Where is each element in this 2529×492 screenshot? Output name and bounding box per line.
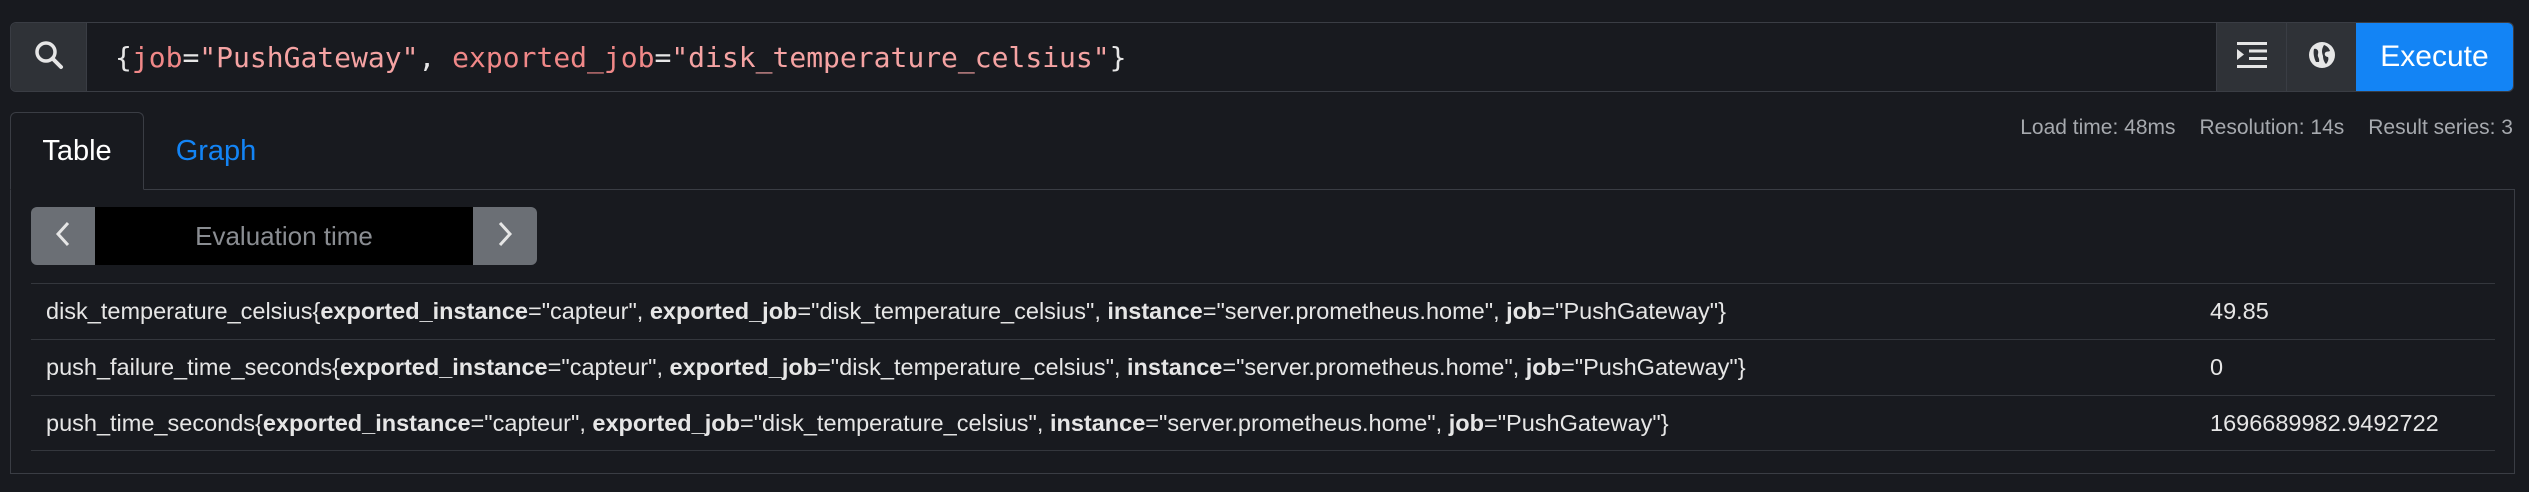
tab-table[interactable]: Table xyxy=(10,112,144,190)
label-value: "disk_temperature_celsius" xyxy=(811,298,1095,324)
series-name: push_time_seconds{exported_instance="cap… xyxy=(46,409,1669,436)
label-key: instance xyxy=(1127,354,1223,380)
metric-name: push_time_seconds xyxy=(46,409,256,436)
result-tabs: Table Graph xyxy=(10,112,288,190)
globe-icon xyxy=(2307,40,2337,75)
label-value: "capteur" xyxy=(484,409,580,436)
query-token: "disk_temperature_celsius" xyxy=(671,40,1110,74)
label-key: exported_instance xyxy=(320,298,528,324)
series-value: 1696689982.9492722 xyxy=(2210,409,2439,436)
resolution: Resolution: 14s xyxy=(2199,116,2345,139)
label-value: "server.prometheus.home" xyxy=(1216,298,1494,324)
label-key: exported_instance xyxy=(339,354,548,380)
query-token: job xyxy=(131,40,183,74)
label-key: exported_instance xyxy=(262,409,471,436)
label-value: "server.prometheus.home" xyxy=(1236,354,1513,380)
query-token: { xyxy=(115,40,132,74)
query-bar: {job = "PushGateway", exported_job = "disk_t… xyxy=(10,22,2514,92)
chevron-left-icon xyxy=(54,220,72,253)
execute-button[interactable]: Execute xyxy=(2356,23,2513,91)
label-key: job xyxy=(1506,298,1542,324)
query-stats: Load time: 48ms Resolution: 14s Result s… xyxy=(2020,116,2513,140)
metric-name: push_failure_time_seconds xyxy=(46,354,333,380)
label-value: "disk_temperature_celsius" xyxy=(830,354,1114,380)
search-button[interactable] xyxy=(11,23,87,91)
query-token: = xyxy=(182,40,200,74)
format-expression-button[interactable] xyxy=(2216,23,2286,91)
label-key: exported_job xyxy=(592,409,740,436)
label-value: "PushGateway" xyxy=(1574,354,1738,380)
result-series: Result series: 3 xyxy=(2368,116,2513,139)
metric-name: disk_temperature_celsius xyxy=(46,298,313,324)
label-key: exported_job xyxy=(669,354,818,380)
next-time-button[interactable] xyxy=(473,207,537,265)
query-token: = xyxy=(654,40,672,74)
metrics-explorer-button[interactable] xyxy=(2286,23,2356,91)
label-key: exported_job xyxy=(649,298,798,324)
table-row: push_failure_time_seconds{exported_insta… xyxy=(31,339,2495,395)
indent-icon xyxy=(2236,41,2267,73)
table-panel: Evaluation time disk_temperature_celsius… xyxy=(10,189,2515,474)
table-row: push_time_seconds{exported_instance="cap… xyxy=(31,395,2495,451)
label-value: "PushGateway" xyxy=(1555,298,1719,324)
evaluation-time-input[interactable]: Evaluation time xyxy=(95,207,473,265)
previous-time-button[interactable] xyxy=(31,207,95,265)
query-token: , xyxy=(418,40,453,74)
series-value: 0 xyxy=(2210,354,2224,380)
label-value: "server.prometheus.home" xyxy=(1159,409,1436,436)
series-value: 49.85 xyxy=(2210,298,2269,324)
label-key: job xyxy=(1448,409,1484,436)
evaluation-time-control: Evaluation time xyxy=(31,207,537,265)
chevron-right-icon xyxy=(496,220,514,253)
query-token: "PushGateway" xyxy=(199,40,419,74)
label-key: instance xyxy=(1107,298,1203,324)
label-value: "disk_temperature_celsius" xyxy=(753,409,1037,436)
tab-graph[interactable]: Graph xyxy=(144,112,288,190)
label-key: job xyxy=(1525,354,1562,380)
series-name: push_failure_time_seconds{exported_insta… xyxy=(46,354,1746,380)
table-row: disk_temperature_celsius{exported_instan… xyxy=(31,283,2495,339)
label-value: "capteur" xyxy=(561,354,657,380)
results-table: disk_temperature_celsius{exported_instan… xyxy=(31,283,2495,451)
load-time: Load time: 48ms xyxy=(2020,116,2176,139)
search-icon xyxy=(33,39,65,76)
label-value: "capteur" xyxy=(541,298,637,324)
series-name: disk_temperature_celsius{exported_instan… xyxy=(46,298,1726,324)
label-value: "PushGateway" xyxy=(1497,409,1661,436)
query-token: exported_job xyxy=(452,40,655,74)
label-key: instance xyxy=(1049,409,1146,436)
expression-input[interactable]: {job = "PushGateway", exported_job = "disk_t… xyxy=(87,23,2216,91)
query-token: } xyxy=(1109,40,1127,74)
